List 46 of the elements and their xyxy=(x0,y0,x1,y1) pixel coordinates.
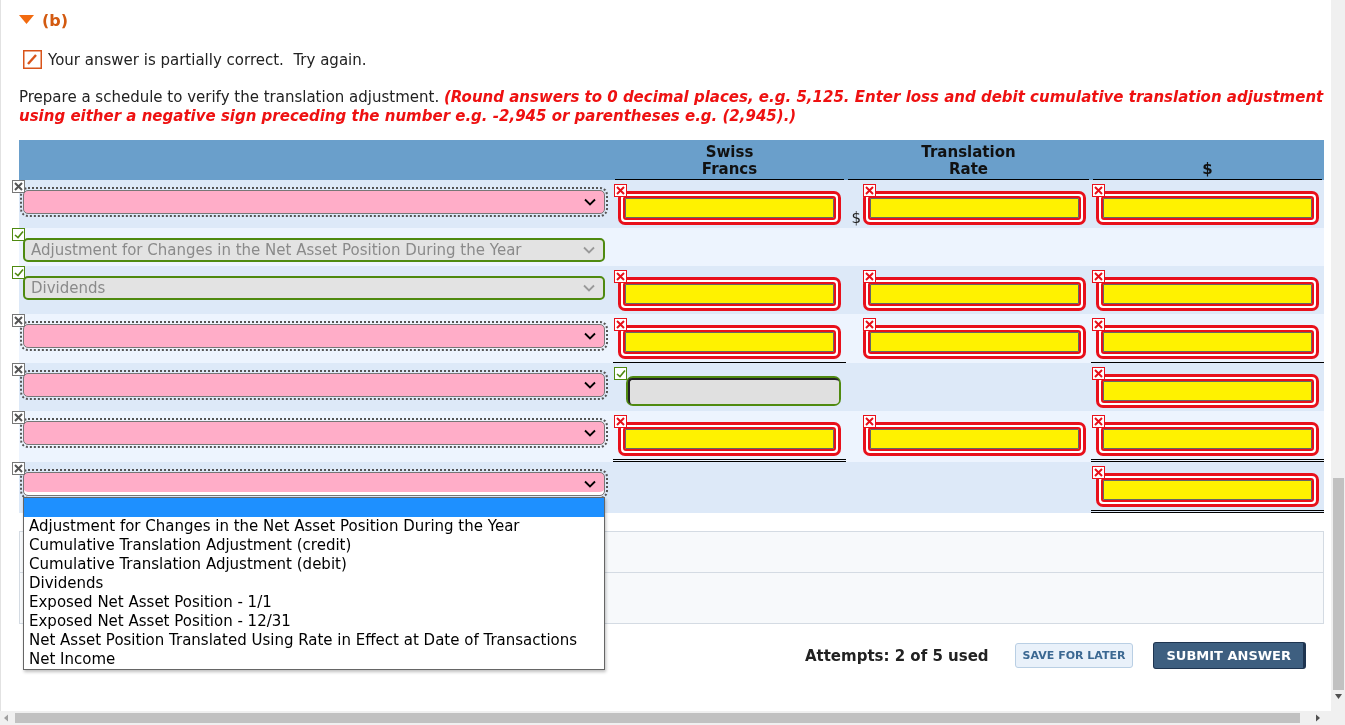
chevron-icon xyxy=(583,246,595,254)
account-dropdown[interactable] xyxy=(23,324,605,348)
answer-field[interactable] xyxy=(1096,191,1319,225)
answer-field[interactable] xyxy=(618,422,841,456)
account-dropdown[interactable] xyxy=(23,472,605,496)
answer-field[interactable] xyxy=(863,277,1086,311)
answer-field[interactable] xyxy=(1096,374,1319,408)
chevron-icon xyxy=(583,284,595,292)
pencil-icon xyxy=(23,50,42,69)
dropdown-option[interactable]: Net Income xyxy=(24,650,604,669)
dropdown-option[interactable]: Exposed Net Asset Position - 12/31 xyxy=(24,612,604,631)
dropdown-option[interactable]: Cumulative Translation Adjustment (debit) xyxy=(24,555,604,574)
column-header: Swiss Francs xyxy=(701,144,758,179)
answer-field[interactable] xyxy=(863,422,1086,456)
dropdown-option[interactable]: Adjustment for Changes in the Net Asset Position During the Year xyxy=(24,517,604,536)
dropdown-option[interactable]: Dividends xyxy=(24,574,604,593)
answer-field[interactable] xyxy=(863,191,1086,225)
account-dropdown[interactable] xyxy=(23,373,605,397)
answer-field[interactable] xyxy=(1096,277,1319,311)
currency-sign: $ xyxy=(851,209,861,227)
answer-field[interactable] xyxy=(1096,325,1319,359)
attempts-counter: Attempts: 2 of 5 used xyxy=(804,646,989,665)
answer-field[interactable] xyxy=(863,325,1086,359)
column-header: Translation Rate xyxy=(921,144,1016,179)
answer-field[interactable] xyxy=(618,325,841,359)
dropdown-option[interactable]: Net Asset Position Translated Using Rate in Effect at Date of Transactions xyxy=(24,631,604,650)
chevron-icon xyxy=(584,332,596,340)
submit-button[interactable]: SUBMIT ANSWER xyxy=(1153,642,1306,669)
dropdown-option[interactable]: Exposed Net Asset Position - 1/1 xyxy=(24,593,604,612)
account-dropdown[interactable] xyxy=(23,190,605,214)
answer-field[interactable] xyxy=(1096,473,1319,507)
dropdown-option[interactable]: Cumulative Translation Adjustment (credit) xyxy=(24,536,604,555)
feedback-message: Your answer is partially correct. Try again. xyxy=(48,50,367,69)
instructions-text: Prepare a schedule to verify the translation adjustment. (Round answers to 0 decimal places, e.g. 5,125. Enter loss and debit cumulative translation adjustment using either a negative sign preceding the number e.g. -2,945 or parentheses e.g. (2,945).) xyxy=(19,88,1324,126)
column-header: $ xyxy=(1202,161,1213,179)
answer-field[interactable] xyxy=(618,277,841,311)
part-label: (b) xyxy=(42,10,69,30)
chevron-icon xyxy=(584,429,596,437)
chevron-icon xyxy=(584,480,596,488)
collapse-triangle-icon[interactable] xyxy=(19,15,34,25)
answer-field[interactable] xyxy=(618,191,841,225)
chevron-icon xyxy=(584,198,596,206)
save-button[interactable]: SAVE FOR LATER xyxy=(1014,643,1134,668)
chevron-icon xyxy=(584,381,596,389)
answer-field[interactable] xyxy=(1096,422,1319,456)
account-dropdown[interactable] xyxy=(23,421,605,445)
